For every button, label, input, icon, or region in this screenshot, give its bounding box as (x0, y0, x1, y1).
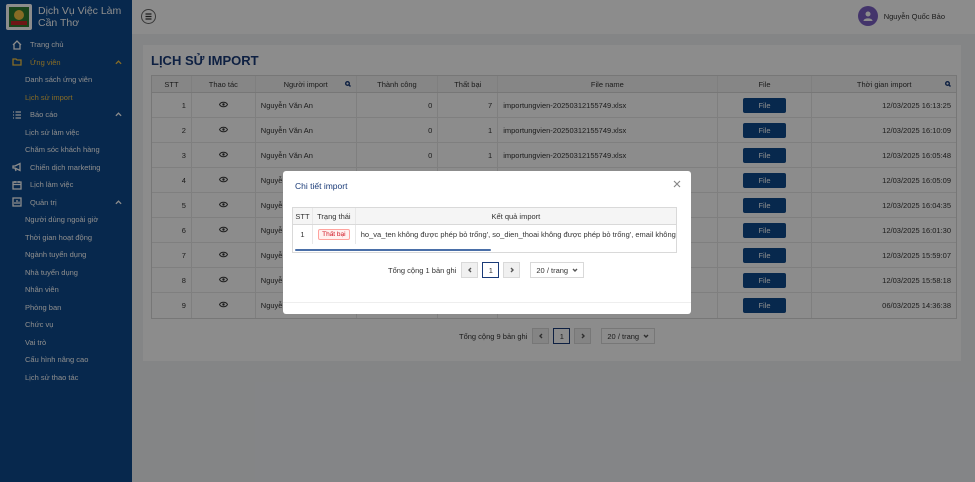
col-header-status: Trạng thái (313, 208, 356, 224)
page-number-button[interactable]: 1 (482, 262, 500, 278)
table-row: 1 Thất bại ho_va_ten không được phép bỏ … (293, 225, 676, 244)
pagination-total: Tổng cộng 1 bản ghi (388, 265, 457, 275)
chevron-right-icon (510, 267, 514, 273)
next-page-button[interactable] (503, 262, 521, 278)
horizontal-scrollbar[interactable] (295, 249, 491, 251)
page-size-select[interactable]: 20 / trang (530, 262, 585, 278)
table-header-row: STT Trạng thái Kết quả import (293, 208, 676, 225)
cell-status: Thất bại (313, 225, 356, 244)
prev-page-button[interactable] (461, 262, 479, 278)
modal-footer-divider (283, 302, 691, 303)
col-header-result: Kết quả import (491, 211, 541, 221)
modal-title: Chi tiết import (295, 181, 348, 191)
cell-stt: 1 (293, 225, 313, 244)
import-detail-modal: Chi tiết import STT Trạng thái Kết quả i… (283, 171, 691, 314)
import-detail-table: STT Trạng thái Kết quả import 1 Thất bại… (292, 207, 677, 253)
modal-pagination: Tổng cộng 1 bản ghi 1 20 / trang (388, 262, 585, 278)
col-header-stt: STT (293, 208, 313, 224)
chevron-left-icon (467, 267, 472, 273)
chevron-down-icon (572, 268, 578, 272)
close-icon (673, 180, 681, 188)
cell-result: ho_va_ten không được phép bỏ trống', so_… (360, 230, 676, 239)
status-badge: Thất bại (318, 229, 350, 240)
page-size-value: 20 / trang (536, 265, 569, 275)
close-button[interactable] (673, 180, 682, 189)
